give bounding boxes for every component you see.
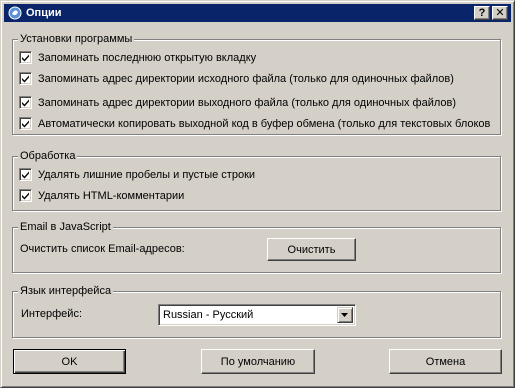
checkbox-label: Удалять HTML-комментарии bbox=[38, 190, 185, 202]
email-js-label: Email в JavaScript bbox=[18, 220, 113, 234]
app-icon bbox=[7, 5, 23, 21]
interface-language-label: Язык интерфейса bbox=[18, 284, 114, 298]
interface-language-group: Язык интерфейса Интерфейс: Russian - Рус… bbox=[12, 284, 501, 338]
checkbox-label: Автоматически копировать выходной код в … bbox=[38, 118, 491, 130]
defaults-button[interactable]: По умолчанию bbox=[201, 349, 315, 374]
window-title: Опции bbox=[26, 7, 62, 19]
checkbox-label: Удалять лишние пробелы и пустые строки bbox=[38, 169, 256, 181]
clear-button[interactable]: Очистить bbox=[267, 238, 356, 261]
language-select[interactable]: Russian - Русский bbox=[158, 304, 356, 326]
checkbox-box[interactable] bbox=[19, 51, 32, 64]
cancel-button[interactable]: Отмена bbox=[389, 349, 502, 374]
close-button[interactable]: ✕ bbox=[492, 6, 508, 20]
processing-label: Обработка bbox=[18, 149, 78, 163]
interface-field-label: Интерфейс: bbox=[21, 308, 82, 320]
program-settings-group: Установки программы Запоминать последнюю… bbox=[12, 32, 501, 135]
clear-email-list-text: Очистить список Email-адресов: bbox=[20, 243, 185, 255]
checkbox-box[interactable] bbox=[19, 117, 32, 130]
checkbox-label: Запоминать адрес директории выходного фа… bbox=[38, 97, 457, 109]
chevron-down-icon[interactable] bbox=[337, 307, 353, 323]
checkbox-box[interactable] bbox=[19, 72, 32, 85]
email-js-group: Email в JavaScript Очистить список Email… bbox=[12, 220, 501, 273]
checkbox-box[interactable] bbox=[19, 96, 32, 109]
ok-button[interactable]: OK bbox=[13, 349, 126, 374]
checkbox-label: Запоминать адрес директории исходного фа… bbox=[38, 73, 454, 85]
help-button[interactable]: ? bbox=[474, 6, 490, 20]
program-settings-label: Установки программы bbox=[18, 32, 135, 46]
checkbox-box[interactable] bbox=[19, 168, 32, 181]
options-dialog: Опции ? ✕ Установки программы Запоминать… bbox=[0, 0, 515, 388]
language-select-value: Russian - Русский bbox=[163, 309, 254, 321]
processing-group: Обработка Удалять лишние пробелы и пусты… bbox=[12, 149, 501, 211]
checkbox-box[interactable] bbox=[19, 189, 32, 202]
title-bar[interactable]: Опции ? ✕ bbox=[4, 4, 511, 22]
checkbox-label: Запоминать последнюю открытую вкладку bbox=[38, 52, 257, 64]
